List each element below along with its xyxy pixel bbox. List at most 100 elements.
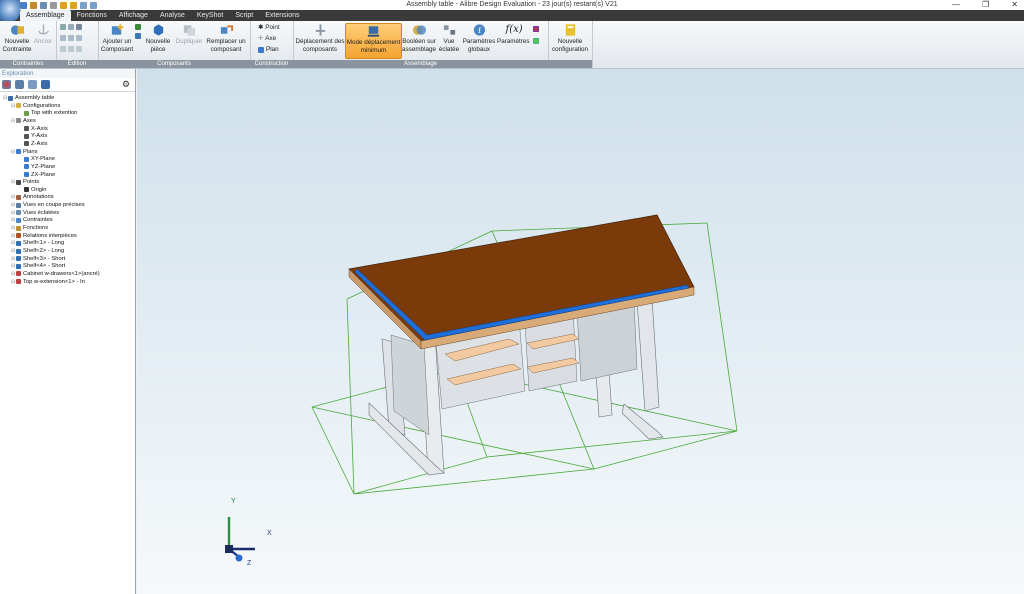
section-icon: [16, 202, 21, 208]
minimum-move-icon: [367, 26, 380, 37]
axis-icon: [24, 133, 29, 139]
part-icon: [16, 263, 21, 269]
points-icon: [16, 179, 21, 185]
insert-icon[interactable]: [135, 24, 141, 30]
axis-icon: ✛: [258, 35, 264, 42]
group-edition: Édition: [56, 21, 99, 68]
vue-eclatee-button[interactable]: Vue éclatée: [438, 23, 460, 53]
color-icon[interactable]: [533, 38, 539, 44]
subassembly-icon: [16, 271, 21, 277]
part-icon: [16, 240, 21, 246]
viewport-3d[interactable]: Y X Z: [137, 69, 1024, 594]
move-component-icon: [315, 24, 325, 36]
appearance-icon[interactable]: [533, 26, 539, 32]
tab-keyshot[interactable]: KeyShot: [191, 10, 229, 21]
paste-icon[interactable]: [76, 24, 82, 30]
undo-small-icon[interactable]: [60, 35, 66, 41]
tab-script[interactable]: Script: [229, 10, 259, 21]
point-button[interactable]: ✱ Point: [258, 24, 280, 32]
parametres-globaux-button[interactable]: f Paramètres globaux: [462, 23, 496, 53]
exploded-view-icon: [443, 25, 455, 35]
constraint-icon: [16, 217, 21, 223]
triad-y-label: Y: [231, 498, 236, 505]
triad-z-label: Z: [247, 560, 252, 567]
nouvelle-configuration-button[interactable]: Nouvelle configuration: [550, 23, 590, 53]
tab-extensions[interactable]: Extensions: [259, 10, 305, 21]
fx-icon: f(x): [505, 24, 523, 35]
axis-icon: [24, 126, 29, 132]
tab-fonctions[interactable]: Fonctions: [71, 10, 113, 21]
model-canvas: Y X Z: [225, 214, 738, 567]
annotation-icon: [16, 194, 21, 200]
group-composants: Ajouter un Composant Nouvelle pièce Dupl…: [98, 21, 251, 68]
tab-assemblage[interactable]: Assemblage: [20, 10, 71, 21]
monitor-icon[interactable]: [28, 80, 37, 89]
pattern-icon[interactable]: [135, 33, 141, 39]
group-contraintes: Nouvelle Contrainte Ancrer Contraintes: [0, 21, 57, 68]
tree-icon[interactable]: [41, 80, 50, 89]
tab-analyse[interactable]: Analyse: [154, 10, 191, 21]
plane-icon: [24, 156, 29, 162]
explorer-title: Exploration: [0, 69, 135, 78]
group-assemblage: Déplacement des composants Mode déplacem…: [293, 21, 549, 68]
global-parameters-icon: f: [473, 24, 485, 36]
maximize-button[interactable]: ❐: [982, 0, 989, 10]
assembly-icon: [8, 95, 13, 101]
new-part-icon: [153, 24, 163, 36]
close-button[interactable]: ✕: [1011, 0, 1018, 10]
find-icon[interactable]: [68, 46, 74, 52]
point-icon: [24, 187, 29, 193]
gear-icon[interactable]: ⚙: [122, 80, 131, 89]
replace-icon: [220, 25, 233, 34]
app-logo-icon[interactable]: [0, 0, 20, 22]
measure-icon[interactable]: [76, 46, 82, 52]
menu-bar: Assemblage Fonctions Affichage Analyse K…: [0, 0, 1024, 22]
display-icon[interactable]: [15, 80, 24, 89]
tab-affichage[interactable]: Affichage: [113, 10, 154, 21]
point-icon: ✱: [258, 24, 264, 31]
minimize-button[interactable]: —: [952, 0, 960, 10]
boolean-icon: [412, 25, 426, 35]
expand-icon[interactable]: ⊟: [11, 278, 15, 286]
ancrer-button[interactable]: Ancrer: [33, 23, 53, 46]
axe-button[interactable]: ✛ Axe: [258, 35, 276, 43]
properties-icon[interactable]: [76, 35, 82, 41]
explorer-panel: Exploration ⚙ ⊟ Assembly table ⊟ Configurat…: [0, 69, 136, 594]
explorer-toolbar: ⚙: [0, 78, 135, 92]
plane-icon: [24, 164, 29, 170]
plane-icon: [24, 172, 29, 177]
add-component-icon: [111, 24, 123, 35]
window-title: Assembly table - Alibre Design Evaluatio…: [406, 1, 618, 8]
tree-node[interactable]: ⊟ Top w-extension<1> - In: [0, 278, 85, 286]
subassembly-icon: [16, 279, 21, 285]
cut-icon[interactable]: [60, 24, 66, 30]
remplacer-composant-button[interactable]: Remplacer un composant: [205, 23, 247, 53]
copy-icon[interactable]: [68, 24, 74, 30]
deplacement-composants-button[interactable]: Déplacement des composants: [295, 23, 345, 53]
edit-small-tools: [60, 24, 82, 30]
anchor-icon: [37, 24, 49, 35]
axes-icon: [16, 118, 21, 124]
plane-icon: [258, 47, 264, 53]
delete-icon[interactable]: [68, 35, 74, 41]
color-wheel-icon[interactable]: [2, 80, 11, 89]
select-icon[interactable]: [60, 46, 66, 52]
tree-node-label: Top w-extension<1> - In: [23, 278, 85, 285]
triad-x-label: X: [267, 530, 272, 537]
ajouter-composant-button[interactable]: Ajouter un Composant: [100, 23, 134, 53]
part-icon: [16, 248, 21, 254]
configuration-icon: [565, 24, 575, 36]
nouvelle-piece-button[interactable]: Nouvelle pièce: [144, 23, 172, 53]
plan-button[interactable]: Plan: [258, 46, 279, 54]
booleen-assemblage-button[interactable]: Booléen sur assemblage: [401, 23, 437, 53]
folder-icon: [16, 103, 21, 109]
dupliquer-button[interactable]: Dupliquer: [173, 23, 205, 46]
nouvelle-contrainte-button[interactable]: Nouvelle Contrainte: [2, 23, 32, 53]
mode-deplacement-minimum-button[interactable]: Mode déplacement minimum: [345, 23, 402, 59]
axis-icon: [24, 141, 29, 147]
exploded-icon: [16, 210, 21, 216]
check-icon: [24, 110, 29, 116]
relation-icon: [16, 233, 21, 239]
parametres-button[interactable]: f(x) Paramètres: [497, 23, 530, 46]
title-bar: Assembly table - Alibre Design Evaluatio…: [0, 0, 1024, 10]
